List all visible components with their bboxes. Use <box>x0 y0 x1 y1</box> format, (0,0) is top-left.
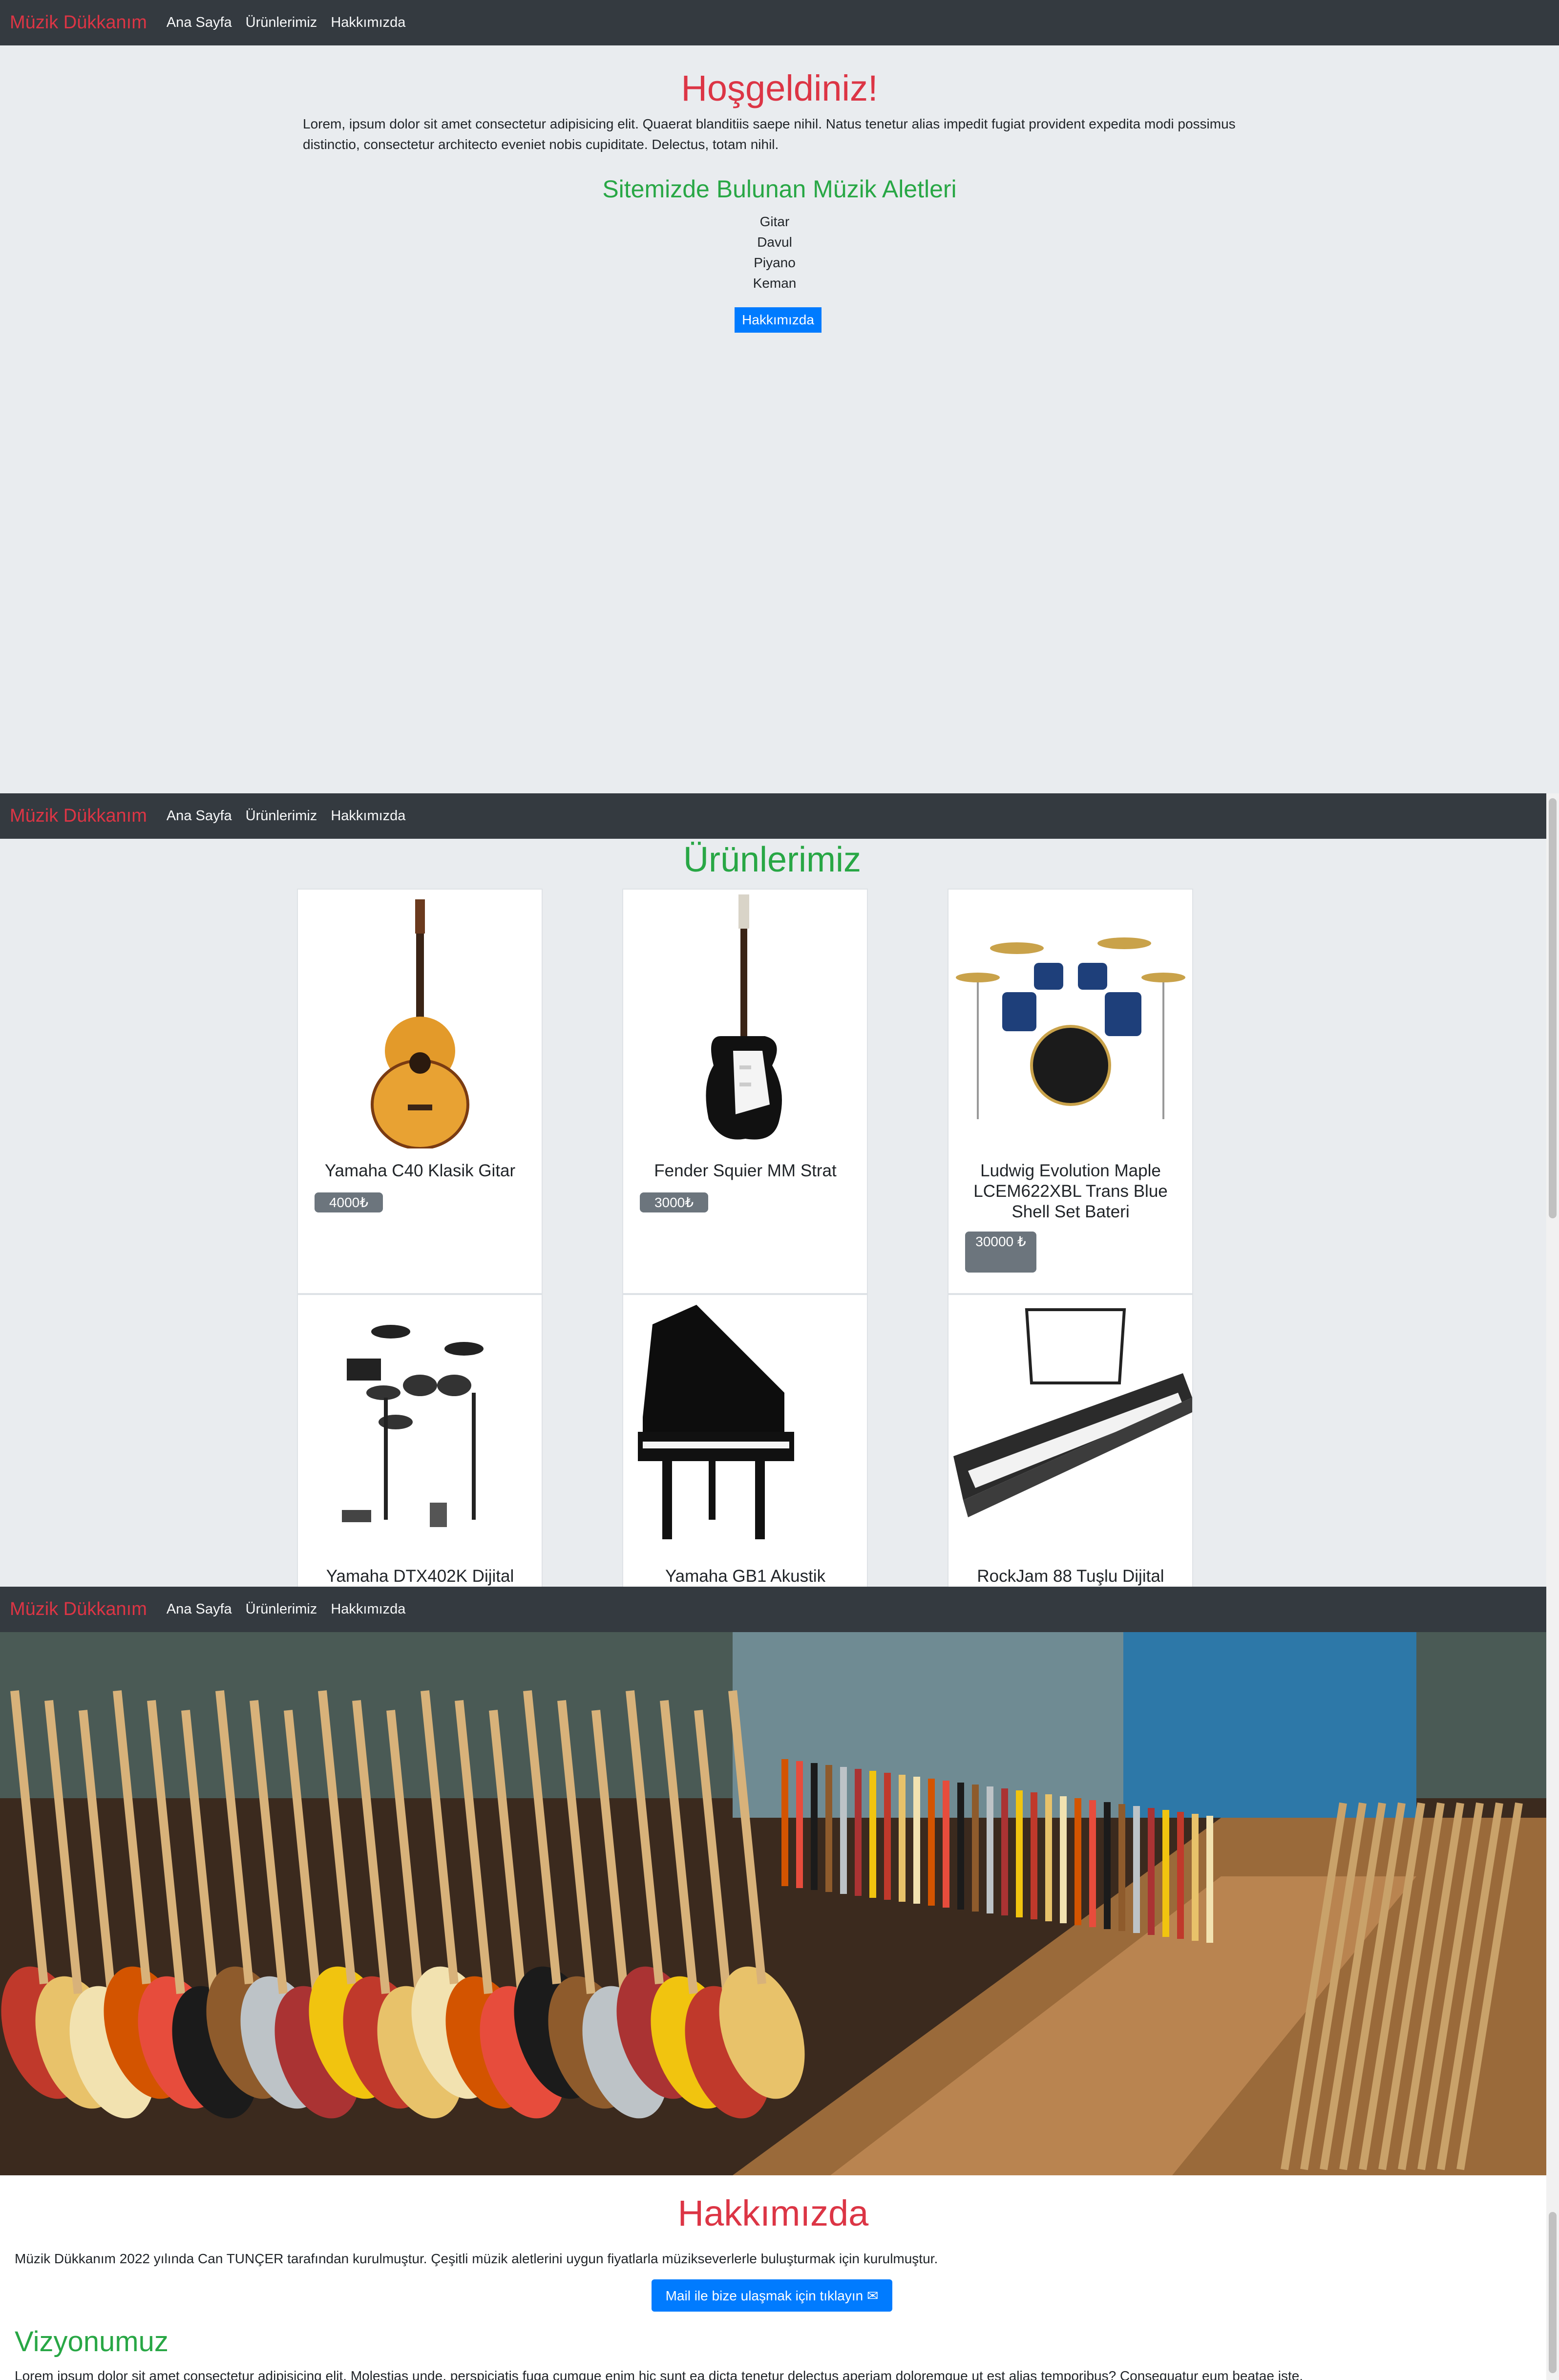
product-name: Yamaha C40 Klasik Gitar <box>324 1161 516 1180</box>
product-name: Fender Squier MM Strat <box>654 1161 837 1180</box>
about-section: Müzik Dükkanım Ana Sayfa Ürünlerimiz Hak… <box>0 1587 1559 2380</box>
navbar: Müzik Dükkanım Ana Sayfa Ürünlerimiz Hak… <box>0 793 1559 839</box>
instrument-list: Gitar Davul Piyano Keman <box>726 212 823 294</box>
welcome-title: Hoşgeldiniz! <box>681 68 878 108</box>
product-card[interactable]: Yamaha C40 Klasik Gitar 4000₺ <box>297 889 543 1294</box>
product-card[interactable]: Fender Squier MM Strat 3000₺ <box>622 889 868 1294</box>
list-item: Keman <box>753 276 797 291</box>
navbar-brand[interactable]: Müzik Dükkanım <box>10 806 147 827</box>
nav-link-about[interactable]: Hakkımızda <box>331 1601 405 1617</box>
scrollbar-thumb[interactable] <box>1549 2212 1557 2373</box>
products-section: Müzik Dükkanım Ana Sayfa Ürünlerimiz Hak… <box>0 793 1559 1587</box>
mail-contact-button[interactable]: Mail ile bize ulaşmak için tıklayın ✉ <box>652 2279 892 2312</box>
list-item: Davul <box>757 234 792 250</box>
drum-kit-image <box>956 937 1185 1119</box>
navbar: Müzik Dükkanım Ana Sayfa Ürünlerimiz Hak… <box>0 0 1559 45</box>
navbar: Müzik Dükkanım Ana Sayfa Ürünlerimiz Hak… <box>0 1587 1559 1632</box>
nav-link-about[interactable]: Hakkımızda <box>331 15 405 31</box>
nav-link-home[interactable]: Ana Sayfa <box>167 15 232 31</box>
vision-text: Lorem ipsum dolor sit amet consectetur a… <box>15 2368 1304 2380</box>
nav-link-home[interactable]: Ana Sayfa <box>167 1601 232 1617</box>
product-card[interactable]: RockJam 88 Tuşlu Dijital <box>948 1294 1193 1587</box>
list-item: Gitar <box>759 214 790 229</box>
product-name: Yamaha DTX402K Dijital <box>326 1567 514 1586</box>
list-item: Piyano <box>754 255 796 270</box>
vision-title: Vizyonumuz <box>15 2326 169 2358</box>
guitar-store-image <box>0 1632 1546 2175</box>
grand-piano-image <box>638 1305 794 1539</box>
classical-guitar-image <box>371 899 469 1148</box>
instruments-subtitle: Sitemizde Bulunan Müzik Aletleri <box>602 175 957 203</box>
page-scrollbar[interactable] <box>1546 1587 1559 2380</box>
price-badge: 3000₺ <box>640 1192 708 1212</box>
product-name: Ludwig Evolution Maple LCEM622XBL Trans … <box>973 1161 1168 1221</box>
products-title: Ürünlerimiz <box>683 840 862 879</box>
product-name: RockJam 88 Tuşlu Dijital <box>977 1567 1164 1586</box>
nav-link-about[interactable]: Hakkımızda <box>331 808 405 824</box>
price-badge: 30000 ₺ <box>965 1232 1036 1273</box>
scrollbar-thumb[interactable] <box>1549 798 1557 1218</box>
product-card[interactable]: Yamaha DTX402K Dijital <box>297 1294 543 1587</box>
digital-piano-image <box>953 1308 1192 1517</box>
product-card[interactable]: Ludwig Evolution Maple LCEM622XBL Trans … <box>948 889 1193 1294</box>
about-title: Hakkımızda <box>677 2193 869 2233</box>
about-button[interactable]: Hakkımızda <box>735 307 822 333</box>
product-card[interactable]: Yamaha GB1 Akustik <box>622 1294 868 1587</box>
electric-guitar-image <box>706 894 782 1140</box>
welcome-text: Lorem, ipsum dolor sit amet consectetur … <box>303 116 1236 152</box>
navbar-brand[interactable]: Müzik Dükkanım <box>10 12 147 33</box>
home-section: Hoşgeldiniz! Lorem, ipsum dolor sit amet… <box>0 45 1559 793</box>
product-name: Yamaha GB1 Akustik <box>665 1567 826 1586</box>
nav-link-products[interactable]: Ürünlerimiz <box>246 15 317 31</box>
about-text: Müzik Dükkanım 2022 yılında Can TUNÇER t… <box>15 2251 938 2266</box>
price-badge: 4000₺ <box>315 1192 383 1212</box>
navbar-brand[interactable]: Müzik Dükkanım <box>10 1599 147 1620</box>
electronic-drum-kit-image <box>342 1325 484 1527</box>
nav-link-products[interactable]: Ürünlerimiz <box>246 808 317 824</box>
nav-link-home[interactable]: Ana Sayfa <box>167 808 232 824</box>
nav-link-products[interactable]: Ürünlerimiz <box>246 1601 317 1617</box>
page-scrollbar[interactable] <box>1546 793 1559 1587</box>
